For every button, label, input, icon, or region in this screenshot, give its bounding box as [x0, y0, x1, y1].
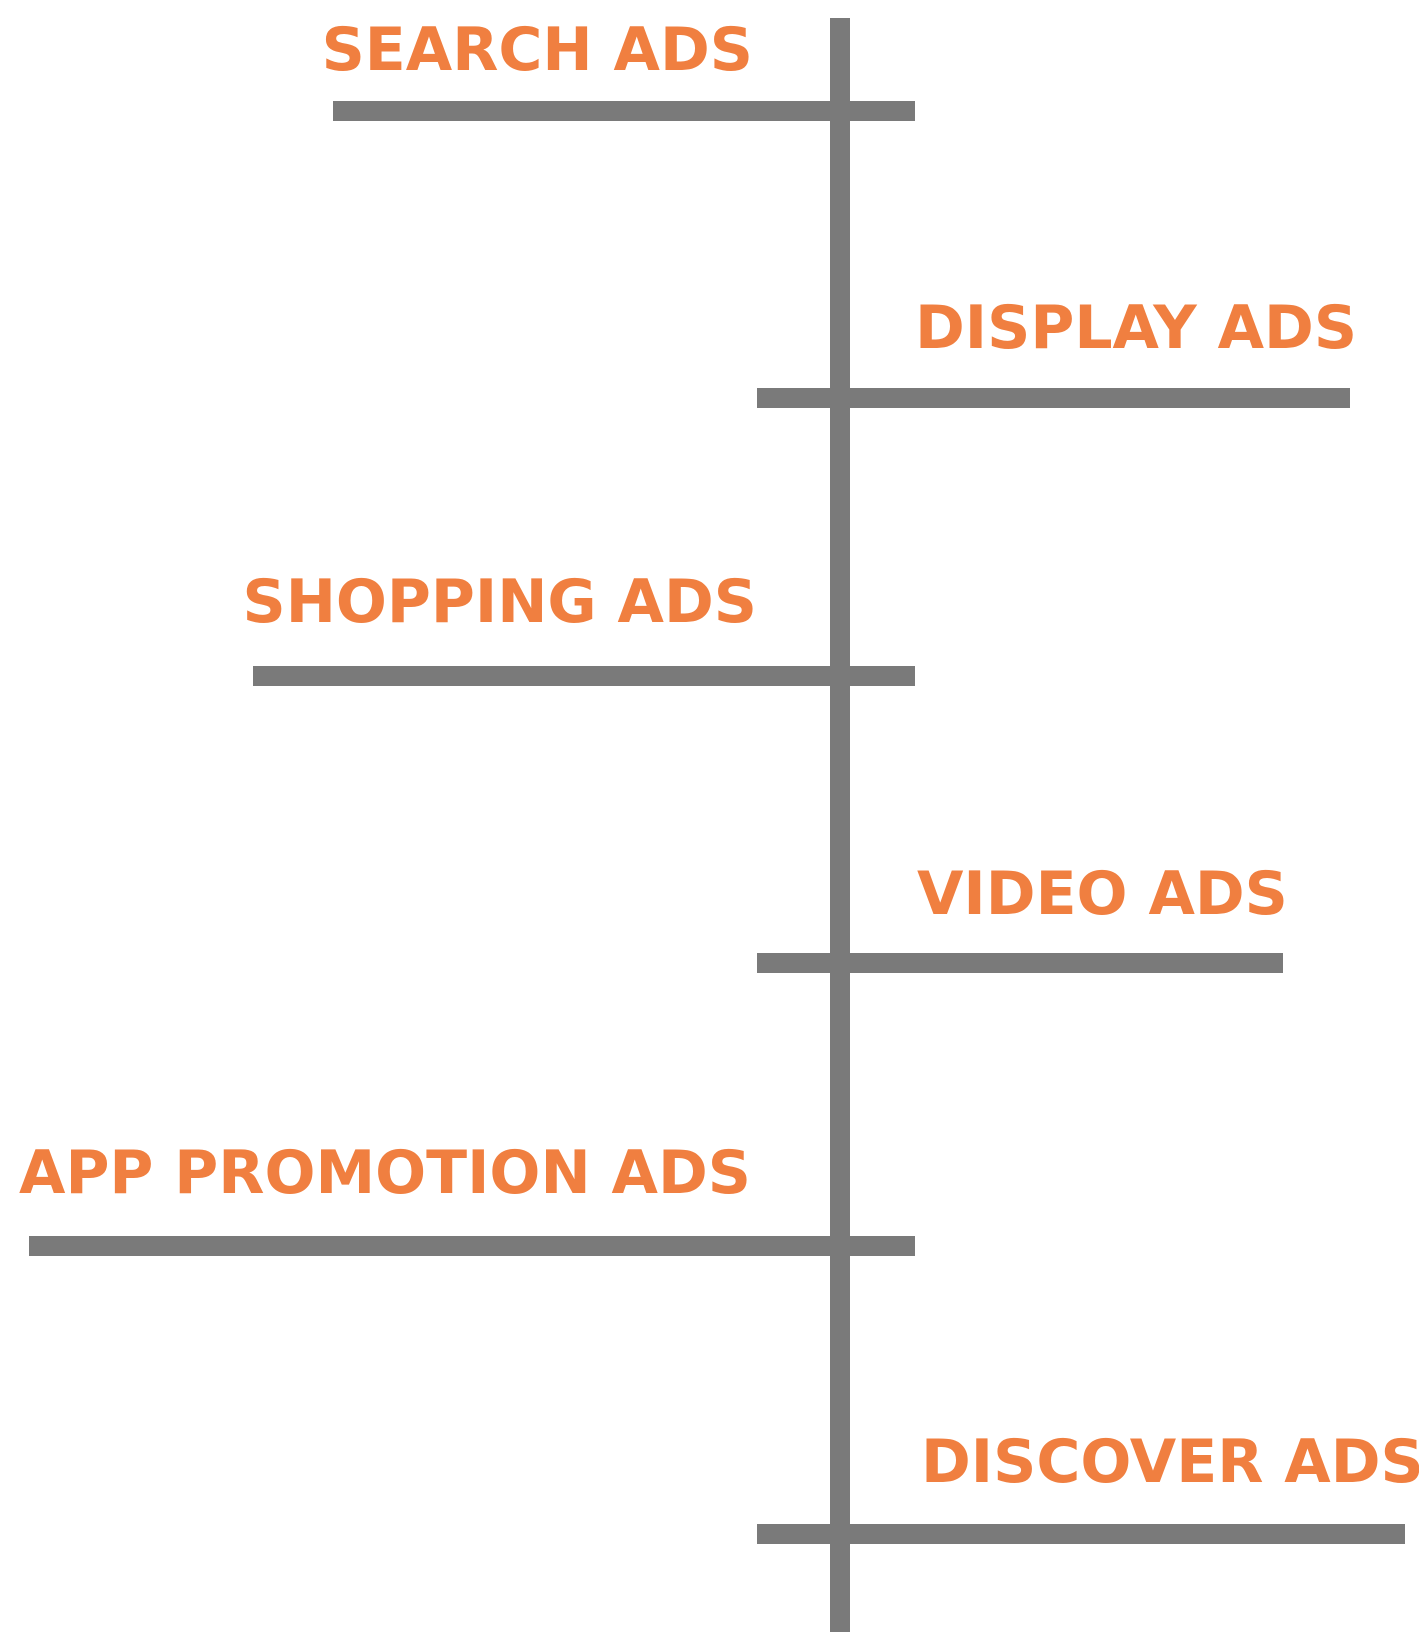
branch-line-search-ads [333, 101, 915, 121]
label-display-ads: DISPLAY ADS [915, 293, 1358, 363]
branch-line-display-ads [757, 388, 1350, 408]
branch-line-shopping-ads [253, 666, 915, 686]
label-shopping-ads: SHOPPING ADS [242, 567, 757, 637]
timeline-spine [830, 18, 850, 1632]
branch-line-video-ads [757, 953, 1283, 973]
branch-line-app-promotion-ads [29, 1236, 915, 1256]
label-app-promotion-ads: APP PROMOTION ADS [19, 1138, 751, 1208]
label-discover-ads: DISCOVER ADS [921, 1427, 1419, 1497]
label-video-ads: VIDEO ADS [917, 859, 1288, 929]
branch-line-discover-ads [757, 1524, 1405, 1544]
label-search-ads: SEARCH ADS [321, 15, 753, 85]
